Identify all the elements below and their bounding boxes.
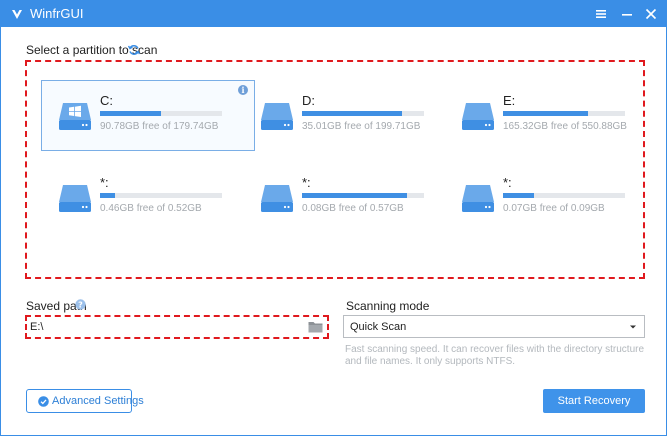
drive-letter: E: (503, 93, 516, 108)
app-logo-icon (12, 10, 22, 19)
drive-icon (59, 185, 91, 212)
advanced-settings-label: Advanced Settings (52, 395, 144, 407)
folder-icon[interactable] (308, 320, 323, 333)
start-recovery-button[interactable]: Start Recovery (543, 389, 645, 413)
drive-size: 0.08GB free of 0.57GB (302, 203, 404, 214)
usage-fill (503, 193, 534, 198)
start-recovery-label: Start Recovery (557, 395, 631, 407)
app-window: WinfrGUI Select a partition to scan C: 9… (0, 0, 667, 436)
chevron-down-icon (630, 325, 636, 329)
usage-bar (503, 111, 625, 116)
usage-bar (100, 193, 222, 198)
scan-mode-description: Fast scanning speed. It can recover file… (345, 344, 645, 367)
partition-tile-e[interactable]: E: 165.32GB free of 550.88GB (444, 80, 658, 151)
window-title: WinfrGUI (30, 6, 84, 21)
drive-letter: *: (100, 175, 109, 190)
partition-tile-unnamed-2[interactable]: *: 0.08GB free of 0.57GB (243, 162, 457, 233)
drive-icon (462, 185, 494, 212)
partition-tile-d[interactable]: D: 35.01GB free of 199.71GB (243, 80, 457, 151)
windows-drive-icon (59, 103, 91, 130)
help-icon[interactable]: ? (75, 299, 86, 310)
drive-letter: D: (302, 93, 315, 108)
partition-list: C: 90.78GB free of 179.74GB i D: 35.01GB… (25, 60, 645, 279)
usage-fill (302, 193, 407, 198)
drive-letter: *: (302, 175, 311, 190)
drive-icon (261, 103, 293, 130)
close-icon[interactable] (641, 4, 661, 24)
usage-fill (503, 111, 589, 116)
drive-icon (261, 185, 293, 212)
check-circle-icon (38, 396, 49, 407)
drive-size: 0.46GB free of 0.52GB (100, 203, 202, 214)
usage-fill (100, 193, 115, 198)
partition-tile-c[interactable]: C: 90.78GB free of 179.74GB i (41, 80, 255, 151)
scan-mode-label: Scanning mode (346, 299, 430, 313)
usage-bar (503, 193, 625, 198)
title-bar: WinfrGUI (1, 1, 666, 27)
usage-bar (302, 111, 424, 116)
partition-tile-unnamed-3[interactable]: *: 0.07GB free of 0.09GB (444, 162, 658, 233)
drive-size: 165.32GB free of 550.88GB (503, 121, 627, 132)
svg-text:?: ? (78, 301, 83, 310)
usage-bar (100, 111, 222, 116)
saved-path-field (25, 315, 329, 339)
saved-path-input[interactable] (30, 319, 310, 335)
drive-letter: C: (100, 93, 113, 108)
usage-fill (100, 111, 161, 116)
drive-icon (462, 103, 494, 130)
advanced-settings-button[interactable]: Advanced Settings (26, 389, 144, 413)
drive-size: 35.01GB free of 199.71GB (302, 121, 421, 132)
drive-letter: *: (503, 175, 512, 190)
refresh-icon[interactable] (127, 43, 141, 57)
scan-mode-select[interactable]: Quick Scan (343, 315, 645, 338)
usage-bar (302, 193, 424, 198)
drive-size: 90.78GB free of 179.74GB (100, 121, 219, 132)
scan-mode-value: Quick Scan (350, 321, 407, 333)
usage-fill (302, 111, 403, 116)
menu-icon[interactable] (591, 4, 611, 24)
drive-size: 0.07GB free of 0.09GB (503, 203, 605, 214)
partition-tile-unnamed-1[interactable]: *: 0.46GB free of 0.52GB (41, 162, 255, 233)
minimize-icon[interactable] (617, 4, 637, 24)
